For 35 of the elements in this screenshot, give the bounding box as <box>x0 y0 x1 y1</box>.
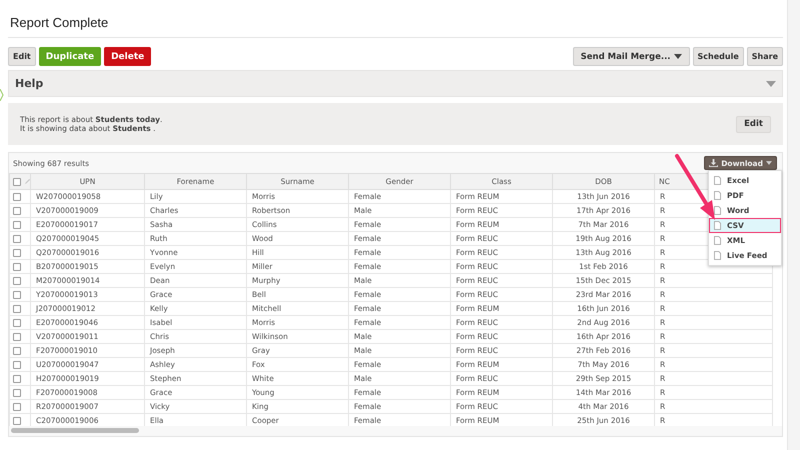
row-checkbox[interactable] <box>13 304 21 313</box>
caret-icon <box>674 54 682 59</box>
action-button[interactable]: Share <box>746 47 783 66</box>
row-checkbox[interactable] <box>13 332 21 341</box>
edit-button[interactable]: Edit <box>8 47 36 66</box>
row-checkbox[interactable] <box>13 360 21 369</box>
row-checkbox[interactable] <box>13 206 21 215</box>
page-title: Report Complete <box>9 14 110 32</box>
download-icon <box>709 159 718 167</box>
scrollbar-track[interactable] <box>787 0 800 450</box>
delete-button[interactable]: Delete <box>104 47 152 66</box>
select-all-checkbox[interactable] <box>13 178 21 186</box>
row-checkbox[interactable] <box>13 374 21 383</box>
chevron-icon <box>0 89 4 101</box>
annotation-arrow <box>675 154 715 220</box>
row-checkbox[interactable] <box>13 248 21 257</box>
row-checkbox[interactable] <box>13 388 21 397</box>
row-checkbox[interactable] <box>13 220 21 229</box>
row-checkbox[interactable] <box>13 346 21 355</box>
edit-button[interactable]: Edit <box>736 116 771 132</box>
help-header[interactable]: Help <box>8 70 783 97</box>
scrollbar-thumb[interactable] <box>11 428 139 433</box>
caret-icon[interactable] <box>766 80 776 86</box>
row-checkbox[interactable] <box>13 416 21 425</box>
row-checkbox[interactable] <box>13 192 21 201</box>
action-button[interactable]: Schedule <box>692 47 744 66</box>
row-checkbox[interactable] <box>13 234 21 243</box>
dropdown-button[interactable]: Send Mail Merge... <box>572 47 690 66</box>
row-checkbox[interactable] <box>13 290 21 299</box>
row-checkbox[interactable] <box>13 402 21 411</box>
caret-icon <box>766 161 772 165</box>
row-checkbox[interactable] <box>13 276 21 285</box>
help-title: Help <box>15 77 44 90</box>
row-checkbox[interactable] <box>13 262 21 271</box>
row-checkbox[interactable] <box>13 318 21 327</box>
